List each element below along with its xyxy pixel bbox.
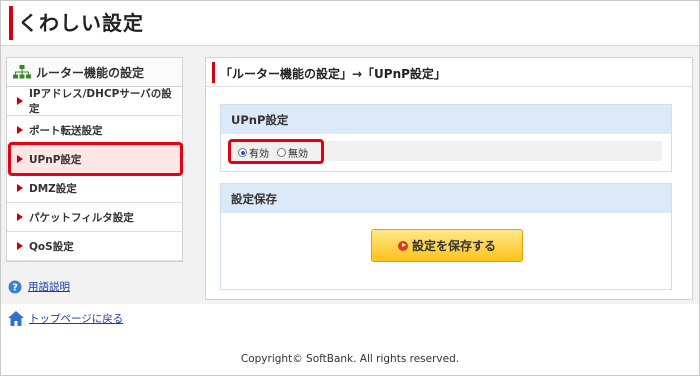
- help-icon: ?: [8, 280, 22, 293]
- triangle-right-icon: [17, 213, 23, 221]
- svg-text:?: ?: [12, 282, 18, 293]
- breadcrumb-title: 「ルーター機能の設定」→「UPnP設定」: [220, 67, 446, 81]
- sidebar-item-dmz[interactable]: DMZ設定: [7, 174, 182, 203]
- sidebar-item-label: パケットフィルタ設定: [29, 211, 134, 224]
- save-settings-button[interactable]: 設定を保存する: [371, 229, 523, 262]
- page-header: くわしい設定: [1, 1, 699, 46]
- save-button-label: 設定を保存する: [411, 239, 496, 253]
- sidebar-heading-label: ルーター機能の設定: [36, 65, 145, 80]
- glossary-link[interactable]: ? 用語説明: [8, 279, 70, 294]
- header-accent-bar: [9, 6, 13, 40]
- sidebar-item-port-forwarding[interactable]: ポート転送設定: [7, 116, 182, 145]
- glossary-link-label: 用語説明: [28, 281, 70, 293]
- sidebar-item-packet-filter[interactable]: パケットフィルタ設定: [7, 203, 182, 232]
- sidebar-item-label: IPアドレス/DHCPサーバの設定: [29, 88, 172, 115]
- sidebar-item-ip-dhcp[interactable]: IPアドレス/DHCPサーバの設定: [7, 87, 182, 116]
- main-heading-accent-bar: [212, 62, 215, 83]
- sidebar-heading: ルーター機能の設定: [7, 58, 182, 87]
- triangle-right-icon: [17, 126, 23, 134]
- home-icon: [8, 311, 24, 326]
- triangle-right-icon: [17, 242, 23, 250]
- play-icon: [397, 240, 408, 251]
- upnp-section-heading: UPnP設定: [221, 105, 671, 134]
- sidebar-item-label: DMZ設定: [29, 182, 77, 195]
- triangle-right-icon: [17, 97, 23, 105]
- copyright-footer: Copyright© SoftBank. All rights reserved…: [240, 353, 460, 365]
- upnp-radio-highlight: [228, 139, 324, 164]
- main-heading: 「ルーター機能の設定」→「UPnP設定」: [206, 58, 692, 87]
- sidebar-item-qos[interactable]: QoS設定: [7, 232, 182, 261]
- sidebar-item-label: ポート転送設定: [29, 124, 103, 137]
- upnp-menu-highlight: [8, 142, 183, 176]
- network-icon: [13, 65, 31, 79]
- triangle-right-icon: [17, 184, 23, 192]
- sidebar-item-label: QoS設定: [29, 240, 74, 253]
- page-title: くわしい設定: [18, 11, 144, 35]
- top-page-link[interactable]: トップページに戻る: [8, 311, 123, 326]
- save-section-heading: 設定保存: [221, 184, 671, 213]
- top-page-link-label: トップページに戻る: [29, 313, 124, 325]
